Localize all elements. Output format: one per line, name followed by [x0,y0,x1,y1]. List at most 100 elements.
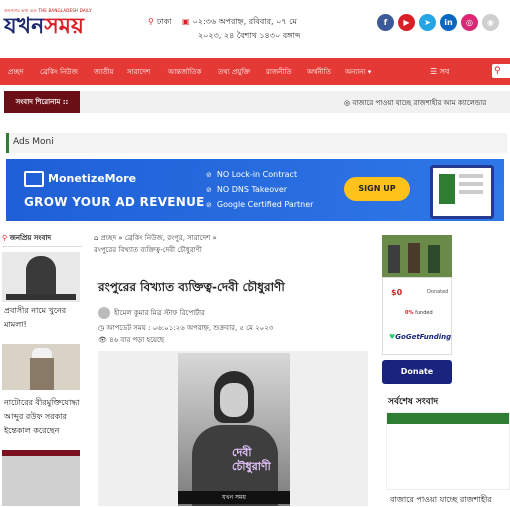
ill-line [459,190,483,194]
nav-item-national[interactable]: জাতীয় [94,66,114,78]
donate-card: $0 Donated 0% funded ♥GoGetFunding [382,277,452,355]
donate-button[interactable]: Donate [382,360,452,384]
popular-item-image[interactable] [2,252,80,302]
popular-item-line: মামলা! [4,320,27,329]
popular-item-line: প্রবাসীর নামে খুনের [4,306,67,315]
donate-funded: 0% funded [405,310,433,316]
ad-headline: GROW YOUR AD REVENUE [24,195,205,209]
site-logo[interactable]: জনগণের কথা বলে THE BANGLADESH DAILY যখনস… [4,8,116,42]
donate-funded-label: funded [415,310,433,316]
photo-caption-line: দেবী [232,446,252,459]
photo-caption-line: চৌধুরাণী [232,460,271,473]
search-icon[interactable]: ⚲ [492,64,510,78]
donate-amount: $0 [391,288,403,297]
person-photo [408,243,420,273]
check-icon: ⊘ [206,201,212,209]
ad-brand-text: MonetizeMore [48,172,137,185]
popular-news-title: জনপ্রিয় সংবাদ [9,234,52,242]
linkedin-icon[interactable]: in [440,14,457,31]
article-title: রংপুরের বিখ্যাত ব্যক্তিত্ব-দেবী চৌধুরাণী [98,280,285,294]
ad-feature-text: NO Lock-in Contract [216,170,298,179]
nav-item-breaking[interactable]: ব্রেকিং নিউজ [40,66,78,78]
gogetfunding-text: GoGetFunding [395,333,452,341]
popular-item-title[interactable]: নাটোরের বীরমুক্তিযোদ্ধা আব্দুর রউফ সরকার… [4,396,80,438]
main-nav: প্রচ্ছদ ব্রেকিং নিউজ জাতীয় সারাদেশ আন্ত… [0,58,510,85]
popular-item-image[interactable] [2,450,80,506]
nav-item-politics[interactable]: রাজনীতি [266,66,292,78]
hamburger-icon: ☰ [430,67,438,76]
check-icon: ⊘ [206,186,212,194]
chart-icon [24,171,44,187]
popular-item-title[interactable]: প্রবাসীর নামে খুনের মামলা! [4,304,80,332]
ill-bar [439,174,455,204]
portrait-photo [178,353,290,506]
logo-text: যখনসময় [4,14,84,38]
photo-watermark: যখন সময় [178,491,290,504]
donate-funded-value: 0% [405,310,414,316]
ill-line [459,174,483,178]
all-menu-label: সব [439,67,450,76]
youtube-icon[interactable]: ▶ [398,14,415,31]
article-updated: ◷ আপডেট সময় : ০৬:০১:২৬ অপরাহ্ন, শুক্রবা… [98,324,274,332]
breadcrumb-path[interactable]: ⌂ প্রচ্ছদ » ব্রেকিং নিউজ, রংপুর, সারাদেশ… [94,232,376,244]
popular-item-line: আব্দুর রউফ সরকার [4,412,67,421]
donate-amount-label: Donated [427,289,449,295]
ad-feature: ⊘ NO DNS Takeover [206,185,287,194]
ill-line [459,182,483,186]
person-photo [388,245,400,273]
nav-item-international[interactable]: আন্তর্জাতিক [168,66,201,78]
avatar [98,307,110,319]
person-photo [428,245,440,273]
ticker-headline[interactable]: ◎ বাজারে পাওয়া যাচ্ছে রাজশাহীর আম ক্যাল… [344,97,486,109]
nav-item-others[interactable]: অন্যান্য ▾ [345,66,371,78]
breadcrumb-current: রংপুরের বিখ্যাত ব্যক্তিত্ব-দেবী চৌধুরাণী [94,246,202,254]
ad-feature-text: NO DNS Takeover [216,185,288,194]
latest-image-strip [387,413,509,424]
person-photo [30,358,54,390]
location-pin-icon: ⚲ [2,234,8,242]
monitor-illustration [430,165,494,219]
date-line-1: ▣ ০২:৩৬ অপরাহ্ন, রবিবার, ০৭ মে [182,16,297,29]
ad-brand: MonetizeMore [24,171,136,187]
ads-section-header: Ads Moni [6,133,507,153]
portrait-face [220,383,248,417]
nav-item-country[interactable]: সারাদেশ [127,66,150,78]
latest-news-image[interactable] [386,412,510,490]
rss-icon[interactable]: ◉ [482,14,499,31]
photo-caption: দেবী চৌধুরাণী [232,446,271,474]
latest-news-heading: সর্বশেষ সংবাদ [388,397,439,407]
calendar-icon: ▣ [182,17,190,26]
chevron-down-icon: ▾ [367,68,372,76]
breadcrumb: ⌂ প্রচ্ছদ » ব্রেকিং নিউজ, রংপুর, সারাদেশ… [94,232,376,256]
facebook-icon[interactable]: f [377,14,394,31]
ads-section-title: Ads Moni [13,137,54,147]
article-image[interactable]: দেবী চৌধুরাণী যখন সময় [98,351,368,506]
news-ticker: সংবাদ শিরোনাম :: ◎ বাজারে পাওয়া যাচ্ছে … [4,91,510,113]
nav-item-tech[interactable]: তথ্য প্রযুক্তি [218,66,250,78]
popular-item-line: ইন্তেকাল করেছেন [4,426,60,435]
telegram-icon[interactable]: ➤ [419,14,436,31]
photo-strip [2,450,80,456]
nav-item-economy[interactable]: অর্থনীতি [307,66,331,78]
ad-feature-text: Google Certified Partner [216,200,314,209]
photo-strip [6,294,76,300]
gogetfunding-logo[interactable]: ♥GoGetFunding [389,333,451,341]
latest-news-title[interactable]: বাজারে পাওয়া যাচ্ছে রাজশাহীর [390,494,492,507]
popular-item-image[interactable] [2,344,80,390]
instagram-icon[interactable]: ◎ [461,14,478,31]
article-views: 👁 ৪৬ বার পড়া হয়েছে [98,336,165,344]
nav-item-others-label: অন্যান্য [345,68,366,76]
person-photo [32,348,52,358]
nav-item-home[interactable]: প্রচ্ছদ [8,66,24,78]
ad-feature: ⊘ Google Certified Partner [206,200,313,209]
all-menu-button[interactable]: ☰ সব [430,66,449,79]
date-line-2: ২০২৩, ২৪ বৈশাখ ১৪৩০ বঙ্গাব্দ [198,31,301,40]
location-pin-icon: ⚲ [148,17,154,26]
ticker-label: সংবাদ শিরোনাম :: [4,91,80,113]
author-name[interactable]: হীমেল কুমার মিত্র স্টাফ রিপোর্টার [114,309,205,317]
ad-banner[interactable]: MonetizeMore GROW YOUR AD REVENUE ⊘ NO Lo… [6,159,504,221]
logo-part-a: যখন [4,13,45,39]
ad-feature: ⊘ NO Lock-in Contract [206,170,297,179]
signup-button[interactable]: SIGN UP [344,177,410,201]
location-info: ⚲ ঢাকা [148,16,172,29]
